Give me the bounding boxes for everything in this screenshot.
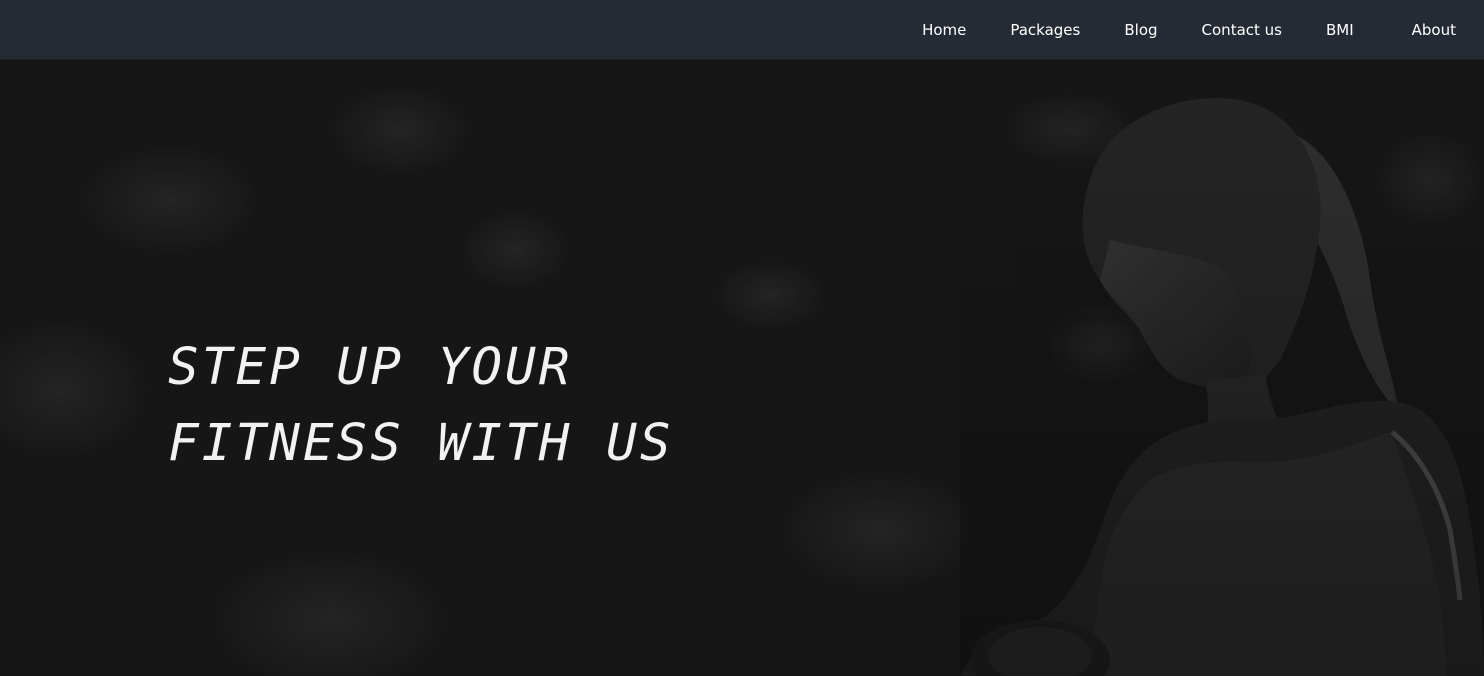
nav-link-contact-us[interactable]: Contact us: [1180, 0, 1304, 60]
nav-link-about[interactable]: About: [1376, 0, 1484, 60]
hero-title-line-2: FITNESS WITH US: [168, 414, 674, 473]
nav-link-packages[interactable]: Packages: [988, 0, 1102, 60]
hero-title: STEP UP YOUR FITNESS WITH US: [168, 330, 674, 482]
nav-link-bmi[interactable]: BMI: [1304, 0, 1376, 60]
top-navbar: Home Packages Blog Contact us BMI About: [0, 0, 1484, 60]
nav-link-home[interactable]: Home: [900, 0, 988, 60]
nav-link-blog[interactable]: Blog: [1102, 0, 1179, 60]
hero-title-line-1: STEP UP YOUR: [168, 338, 573, 397]
nav-links: Home Packages Blog Contact us BMI About: [900, 0, 1484, 60]
page: Home Packages Blog Contact us BMI About: [0, 0, 1484, 676]
hero-section: STEP UP YOUR FITNESS WITH US: [0, 60, 1484, 676]
